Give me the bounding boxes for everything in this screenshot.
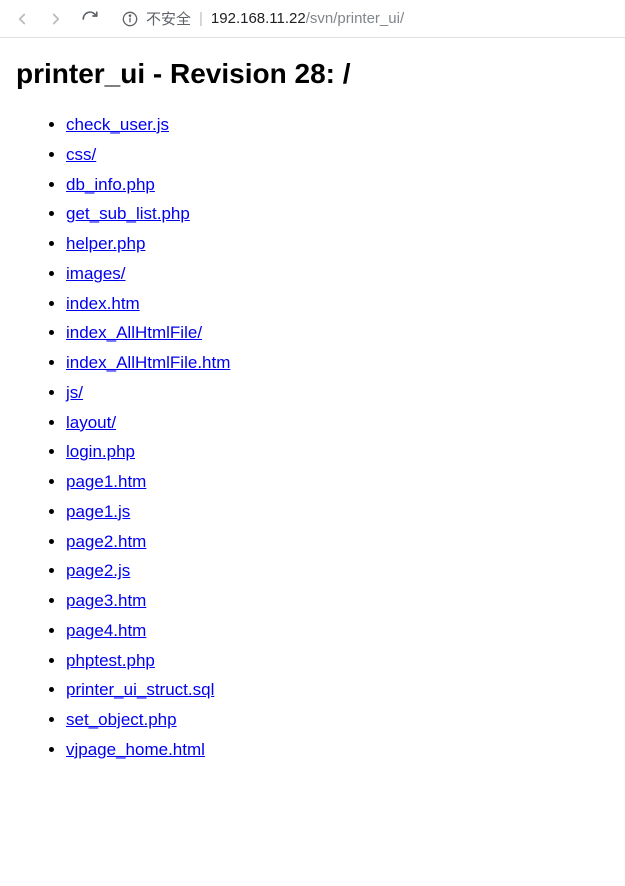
forward-icon[interactable]: [46, 9, 66, 29]
file-link[interactable]: page1.htm: [66, 472, 146, 491]
file-link[interactable]: helper.php: [66, 234, 145, 253]
list-item: page1.htm: [66, 467, 609, 497]
list-item: set_object.php: [66, 705, 609, 735]
file-link[interactable]: index.htm: [66, 294, 140, 313]
file-list: check_user.js css/db_info.php get_sub_list…: [16, 110, 609, 765]
file-link[interactable]: login.php: [66, 442, 135, 461]
list-item: vjpage_home.html: [66, 735, 609, 765]
file-link[interactable]: phptest.php: [66, 651, 155, 670]
file-link[interactable]: vjpage_home.html: [66, 740, 205, 759]
list-item: page2.js: [66, 556, 609, 586]
list-item: printer_ui_struct.sql: [66, 675, 609, 705]
list-item: page1.js: [66, 497, 609, 527]
list-item: get_sub_list.php: [66, 199, 609, 229]
list-item: db_info.php: [66, 170, 609, 200]
page-content: printer_ui - Revision 28: / check_user.j…: [0, 38, 625, 785]
file-link[interactable]: layout/: [66, 413, 116, 432]
file-link[interactable]: page4.htm: [66, 621, 146, 640]
file-link[interactable]: page2.js: [66, 561, 130, 580]
list-item: login.php: [66, 437, 609, 467]
list-item: images/: [66, 259, 609, 289]
url-path: /svn/printer_ui/: [306, 10, 404, 27]
file-link[interactable]: page3.htm: [66, 591, 146, 610]
back-icon[interactable]: [12, 9, 32, 29]
url-display: 192.168.11.22/svn/printer_ui/: [211, 10, 404, 27]
list-item: layout/: [66, 408, 609, 438]
list-item: css/: [66, 140, 609, 170]
list-item: index.htm: [66, 289, 609, 319]
list-item: page3.htm: [66, 586, 609, 616]
file-link[interactable]: get_sub_list.php: [66, 204, 190, 223]
file-link[interactable]: index_AllHtmlFile.htm: [66, 353, 230, 372]
info-icon[interactable]: [122, 11, 138, 27]
list-item: helper.php: [66, 229, 609, 259]
security-label: 不安全: [146, 8, 191, 29]
list-item: check_user.js: [66, 110, 609, 140]
list-item: js/: [66, 378, 609, 408]
list-item: phptest.php: [66, 646, 609, 676]
file-link[interactable]: page1.js: [66, 502, 130, 521]
file-link[interactable]: check_user.js: [66, 115, 169, 134]
address-bar[interactable]: 不安全 | 192.168.11.22/svn/printer_ui/: [114, 8, 613, 29]
file-link[interactable]: js/: [66, 383, 83, 402]
reload-icon[interactable]: [80, 9, 100, 29]
list-item: page4.htm: [66, 616, 609, 646]
url-host: 192.168.11.22: [211, 10, 306, 27]
page-title: printer_ui - Revision 28: /: [16, 58, 609, 90]
file-link[interactable]: images/: [66, 264, 126, 283]
file-link[interactable]: css/: [66, 145, 96, 164]
separator: |: [199, 10, 203, 27]
file-link[interactable]: page2.htm: [66, 532, 146, 551]
file-link[interactable]: printer_ui_struct.sql: [66, 680, 214, 699]
file-link[interactable]: set_object.php: [66, 710, 177, 729]
browser-toolbar: 不安全 | 192.168.11.22/svn/printer_ui/: [0, 0, 625, 38]
list-item: index_AllHtmlFile/: [66, 318, 609, 348]
file-link[interactable]: db_info.php: [66, 175, 155, 194]
file-link[interactable]: index_AllHtmlFile/: [66, 323, 202, 342]
list-item: page2.htm: [66, 527, 609, 557]
list-item: index_AllHtmlFile.htm: [66, 348, 609, 378]
